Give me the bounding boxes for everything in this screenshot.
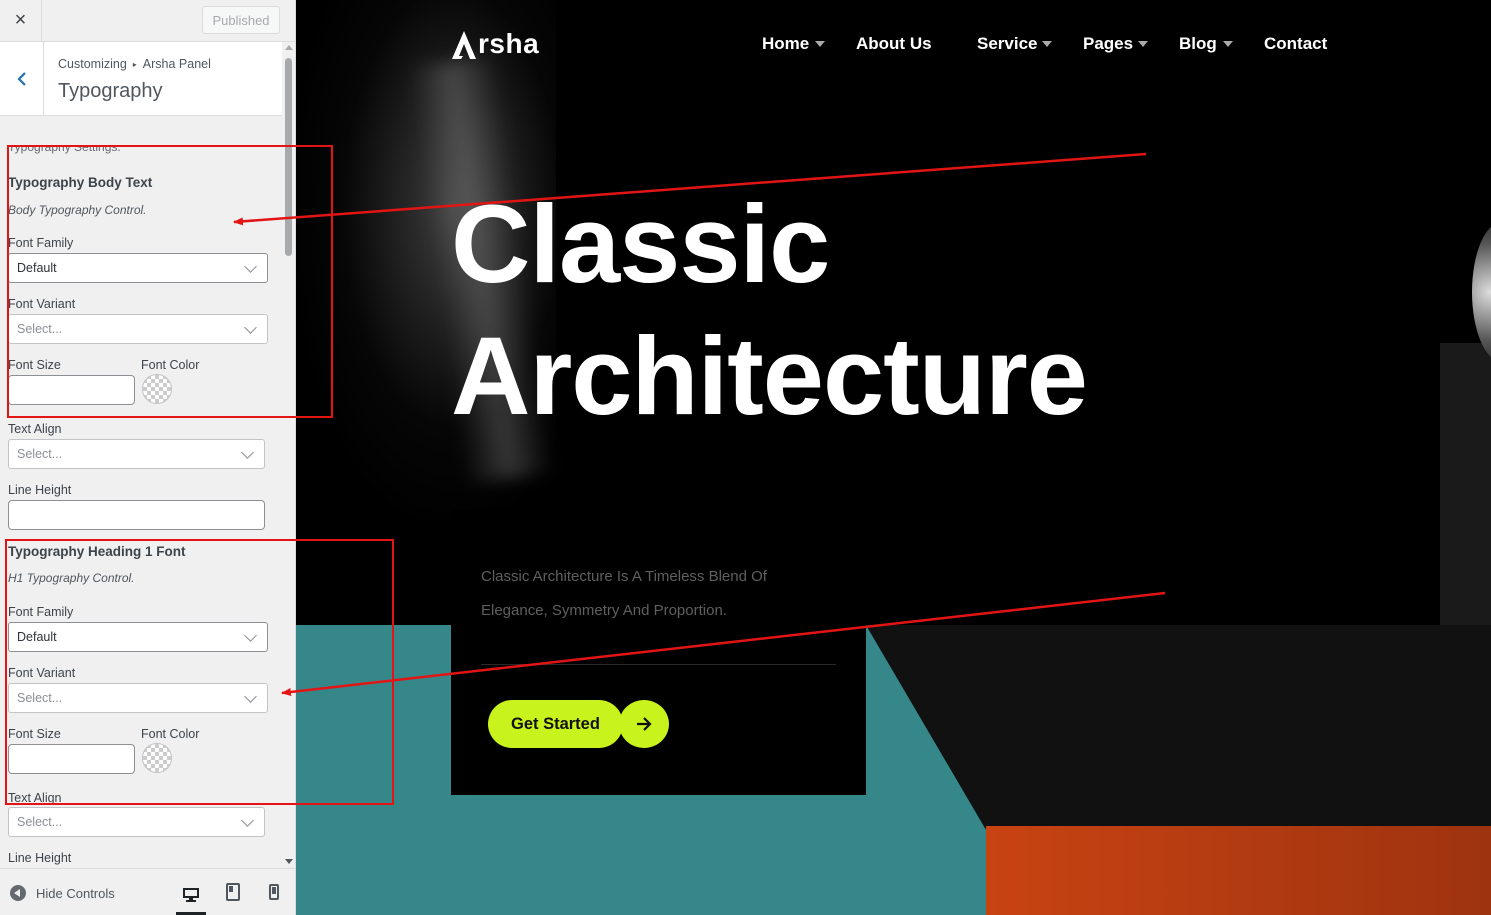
logo-a-icon bbox=[452, 31, 476, 59]
breadcrumb-parent: Arsha Panel bbox=[142, 57, 211, 71]
hero-content-box: Classic Architecture Is A Timeless Blend… bbox=[451, 510, 866, 795]
breadcrumb: Customizing ▸ Arsha Panel bbox=[58, 57, 211, 71]
hero-title-line-1: Classic bbox=[451, 183, 830, 306]
section-title: Typography bbox=[58, 80, 163, 102]
tablet-icon bbox=[226, 883, 240, 901]
body-line-height-label: Line Height bbox=[8, 483, 72, 497]
breadcrumb-separator-icon: ▸ bbox=[132, 60, 137, 69]
scroll-down-icon[interactable] bbox=[285, 859, 293, 864]
hero-background-orange bbox=[986, 826, 1491, 915]
published-button[interactable]: Published bbox=[202, 6, 280, 34]
chevron-down-icon bbox=[241, 446, 254, 459]
close-icon: × bbox=[14, 9, 27, 31]
nav-pages-caret-icon bbox=[1138, 41, 1148, 47]
close-customizer-button[interactable]: × bbox=[0, 0, 42, 41]
body-line-height-input[interactable] bbox=[8, 500, 265, 530]
hero-background-panel bbox=[1440, 343, 1491, 643]
panel-header: × Published bbox=[0, 0, 295, 42]
hero-background-orb bbox=[1472, 222, 1491, 362]
nav-service[interactable]: Service bbox=[977, 34, 1038, 54]
h1-text-align-placeholder: Select... bbox=[17, 815, 63, 829]
annotation-box-body-typography bbox=[7, 145, 333, 418]
h1-line-height-label: Line Height bbox=[8, 851, 72, 865]
hero-title-line-2: Architecture bbox=[451, 315, 1088, 438]
get-started-arrow-button[interactable] bbox=[619, 700, 669, 748]
hero-description: Classic Architecture Is A Timeless Blend… bbox=[481, 568, 767, 619]
annotation-box-h1-typography bbox=[5, 539, 394, 805]
nav-blog[interactable]: Blog bbox=[1179, 34, 1217, 54]
hide-controls-label: Hide Controls bbox=[36, 885, 115, 901]
tablet-preview-button[interactable] bbox=[218, 877, 248, 907]
desktop-icon bbox=[183, 887, 199, 902]
chevron-left-icon bbox=[16, 71, 26, 86]
site-preview: rsha Home About Us Service Pages Blog Co… bbox=[296, 0, 1491, 915]
desktop-preview-button[interactable] bbox=[176, 877, 206, 915]
nav-about-us[interactable]: About Us bbox=[856, 34, 932, 54]
back-button[interactable] bbox=[0, 42, 44, 115]
hero-divider bbox=[481, 664, 836, 665]
logo-text: rsha bbox=[478, 28, 540, 59]
nav-pages[interactable]: Pages bbox=[1083, 34, 1133, 54]
arrow-right-icon bbox=[637, 717, 652, 731]
site-logo[interactable]: rsha bbox=[451, 28, 539, 60]
get-started-button[interactable]: Get Started bbox=[488, 700, 623, 748]
mobile-preview-button[interactable] bbox=[259, 877, 289, 907]
nav-blog-caret-icon bbox=[1223, 41, 1233, 47]
h1-text-align-select[interactable]: Select... bbox=[8, 807, 265, 837]
mobile-icon bbox=[269, 884, 279, 900]
nav-contact[interactable]: Contact bbox=[1264, 34, 1327, 54]
breadcrumb-root: Customizing bbox=[58, 57, 127, 71]
section-header: Customizing ▸ Arsha Panel Typography bbox=[0, 42, 282, 116]
collapse-arrow-icon bbox=[10, 885, 26, 901]
hide-controls-button[interactable]: Hide Controls bbox=[10, 885, 115, 901]
body-text-align-select[interactable]: Select... bbox=[8, 439, 265, 469]
body-text-align-label: Text Align bbox=[8, 422, 62, 436]
nav-home[interactable]: Home bbox=[762, 34, 809, 54]
scroll-up-icon[interactable] bbox=[285, 45, 293, 50]
nav-service-caret-icon bbox=[1042, 41, 1052, 47]
panel-footer: Hide Controls bbox=[0, 868, 295, 915]
chevron-down-icon bbox=[241, 814, 254, 827]
body-text-align-placeholder: Select... bbox=[17, 447, 63, 461]
nav-home-caret-icon bbox=[815, 41, 825, 47]
